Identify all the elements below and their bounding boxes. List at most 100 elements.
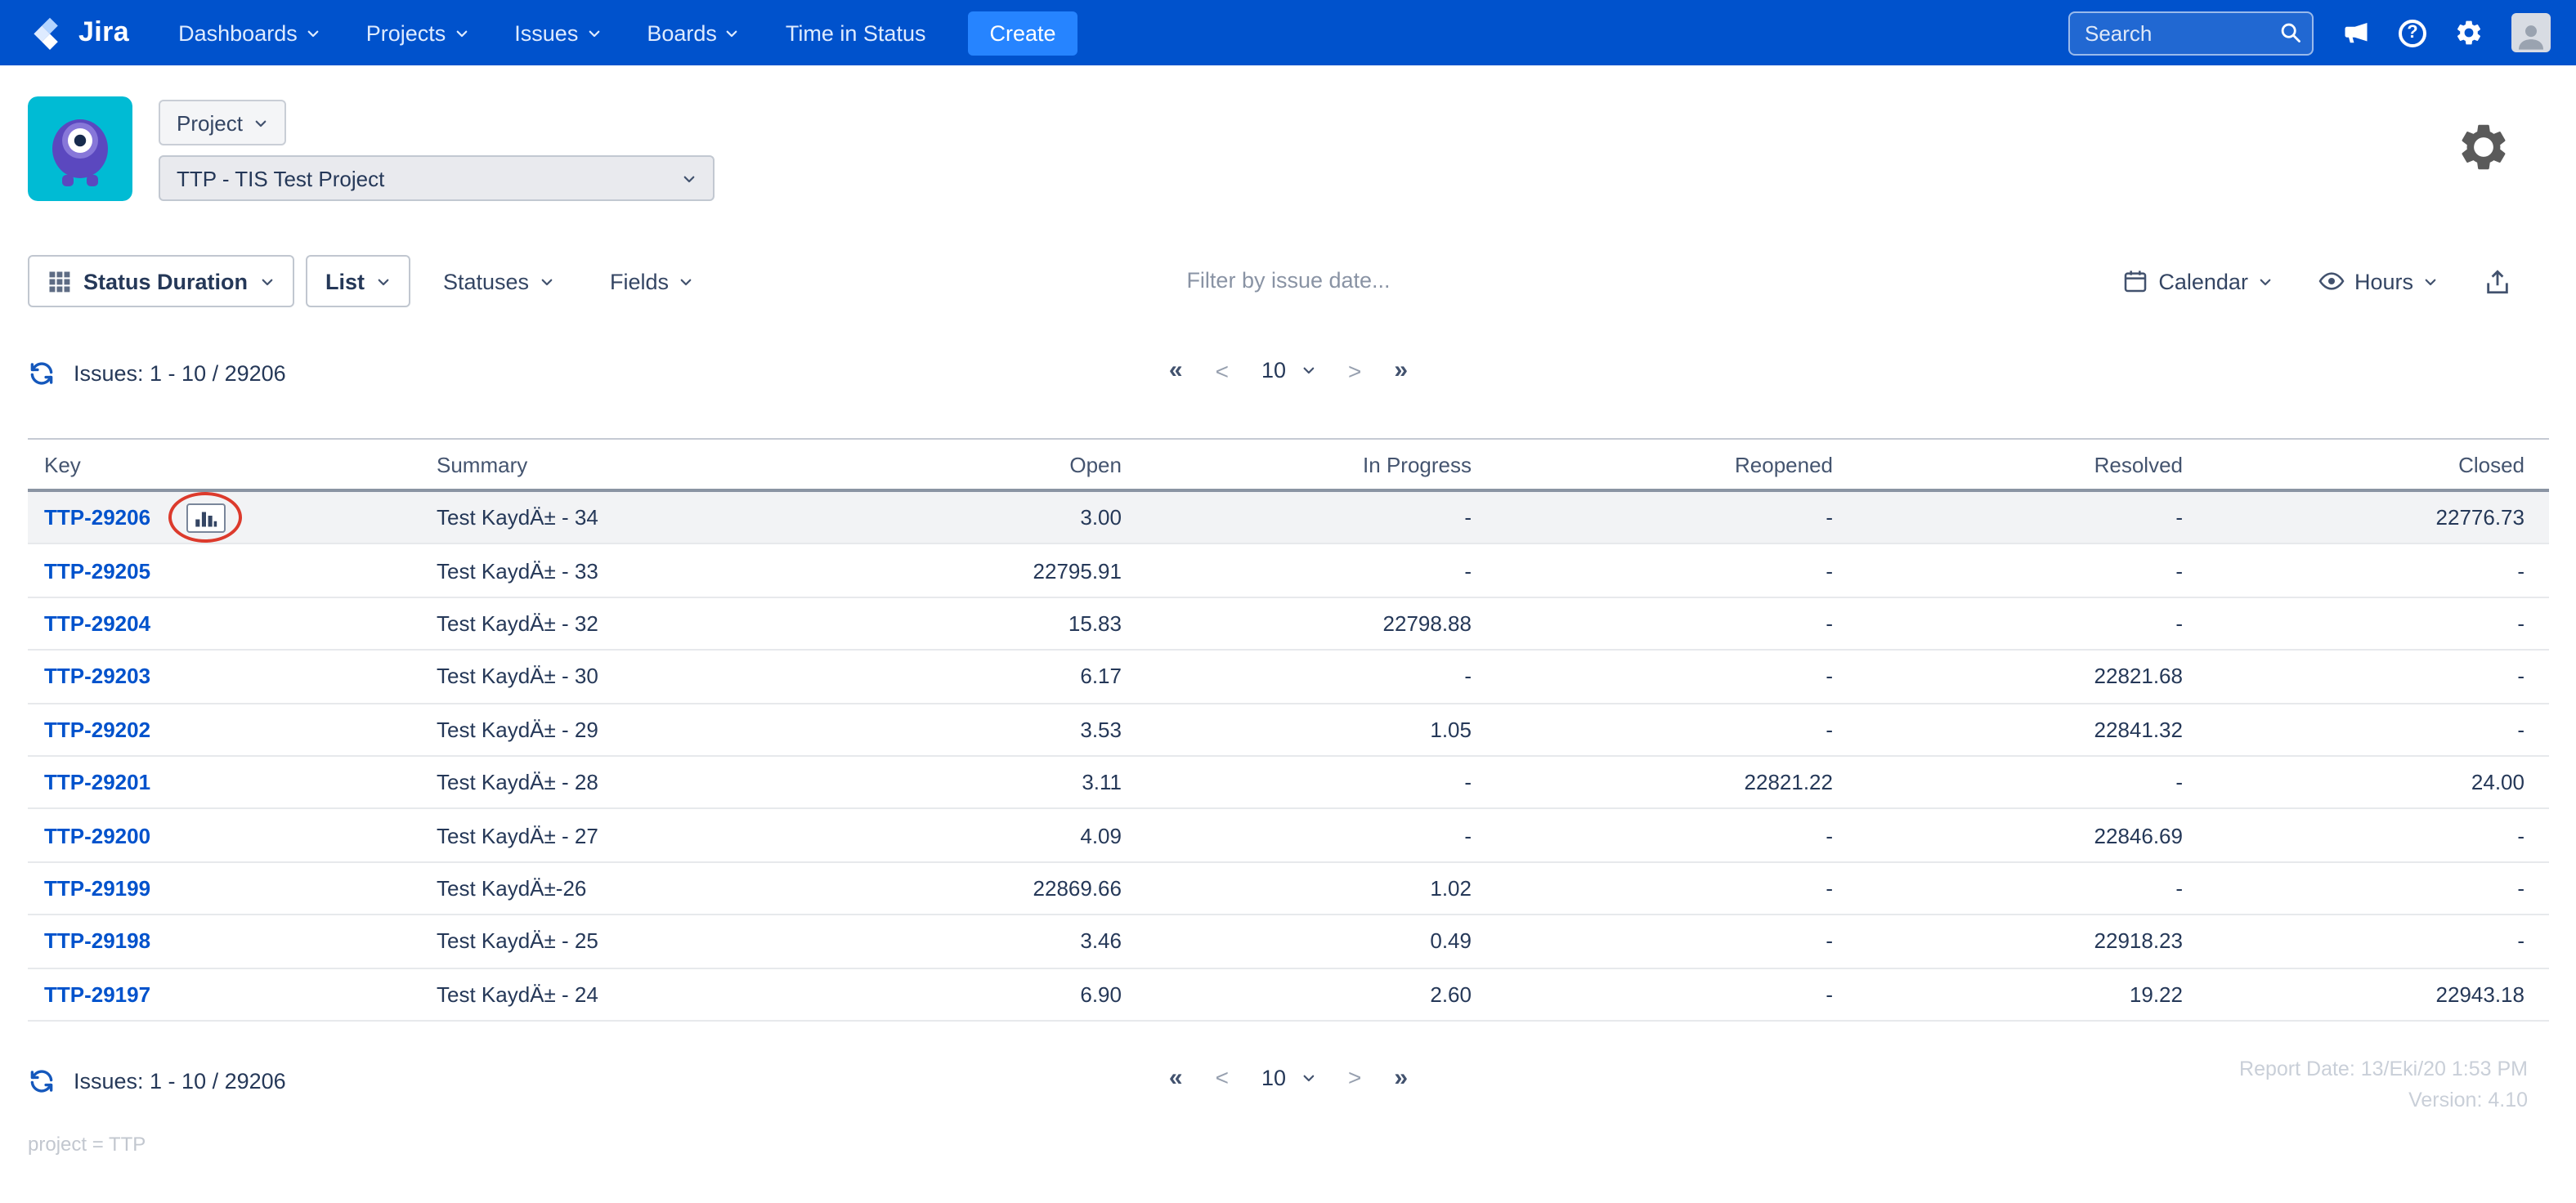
col-key[interactable]: Key <box>28 452 420 476</box>
table-row[interactable]: TTP-29206 Test KaydÄ± - 34 3.00 - - - 22… <box>28 491 2549 545</box>
nav-item-time-in-status[interactable]: Time in Status <box>786 20 926 45</box>
search-icon[interactable] <box>2279 20 2302 43</box>
view-mode-button[interactable]: List <box>306 255 411 307</box>
cell-open: 3.00 <box>1080 505 1122 530</box>
cell-resolved: 22821.68 <box>2094 664 2183 689</box>
col-resolved[interactable]: Resolved <box>1839 452 2189 476</box>
chevron-down-icon <box>455 29 467 37</box>
table-row[interactable]: TTP-29202 Test KaydÄ± - 29 3.53 1.05 - 2… <box>28 704 2549 757</box>
cell-open: 4.09 <box>1080 823 1122 848</box>
cell-resolved: 22846.69 <box>2094 823 2183 848</box>
nav-item-issues[interactable]: Issues <box>514 20 601 45</box>
issue-summary: Test KaydÄ± - 33 <box>437 558 598 584</box>
table-row[interactable]: TTP-29198 Test KaydÄ± - 25 3.46 0.49 - 2… <box>28 915 2549 969</box>
table-row[interactable]: TTP-29204 Test KaydÄ± - 32 15.83 22798.8… <box>28 598 2549 651</box>
project-scope-button[interactable]: Project <box>159 100 287 145</box>
col-open[interactable]: Open <box>834 452 1128 476</box>
nav-item-boards[interactable]: Boards <box>647 20 740 45</box>
feedback-megaphone-icon[interactable] <box>2341 18 2371 47</box>
page-size-select[interactable]: 10 <box>1261 358 1315 382</box>
statuses-dropdown[interactable]: Statuses <box>443 255 553 307</box>
create-button[interactable]: Create <box>968 11 1077 55</box>
table-row[interactable]: TTP-29201 Test KaydÄ± - 28 3.11 - 22821.… <box>28 757 2549 810</box>
calendar-label: Calendar <box>2158 269 2248 293</box>
refresh-icon[interactable] <box>28 1067 56 1095</box>
project-avatar[interactable] <box>28 96 132 201</box>
issue-key-link[interactable]: TTP-29203 <box>44 664 150 689</box>
cell-in-progress: 0.49 <box>1430 928 1472 954</box>
chevron-down-icon <box>261 278 272 285</box>
table-row[interactable]: TTP-29199 Test KaydÄ±-26 22869.66 1.02 -… <box>28 862 2549 916</box>
report-type-button[interactable]: Status Duration <box>28 255 294 307</box>
report-type-label: Status Duration <box>83 269 249 293</box>
issue-key-link[interactable]: TTP-29201 <box>44 770 150 794</box>
calendar-dropdown[interactable]: Calendar <box>2122 255 2273 307</box>
search-input[interactable] <box>2068 11 2314 55</box>
view-mode-label: List <box>325 269 365 293</box>
help-icon[interactable]: ? <box>2399 19 2426 47</box>
page-size-value: 10 <box>1261 358 1287 382</box>
table-row[interactable]: TTP-29200 Test KaydÄ± - 27 4.09 - - 2284… <box>28 810 2549 863</box>
next-page-button[interactable]: > <box>1348 1065 1361 1091</box>
page-size-value: 10 <box>1261 1065 1287 1090</box>
cell-in-progress: - <box>1464 823 1472 848</box>
table-row[interactable]: TTP-29205 Test KaydÄ± - 33 22795.91 - - … <box>28 545 2549 598</box>
fields-dropdown[interactable]: Fields <box>610 255 693 307</box>
issue-key-link[interactable]: TTP-29206 <box>44 505 150 530</box>
refresh-icon[interactable] <box>28 360 56 387</box>
next-page-button[interactable]: > <box>1348 357 1361 383</box>
first-page-button[interactable]: « <box>1169 356 1183 384</box>
nav-item-dashboards[interactable]: Dashboards <box>178 20 320 45</box>
report-toolbar: Status Duration List Statuses Fields Fil… <box>0 245 2576 320</box>
cell-in-progress: 1.05 <box>1430 717 1472 742</box>
issue-summary: Test KaydÄ± - 30 <box>437 664 598 689</box>
issues-count-label: Issues: 1 - 10 / 29206 <box>74 361 286 386</box>
gear-icon[interactable] <box>2454 18 2484 47</box>
table-row[interactable]: TTP-29203 Test KaydÄ± - 30 6.17 - - 2282… <box>28 651 2549 704</box>
col-summary[interactable]: Summary <box>420 452 834 476</box>
toolbar-right: Calendar Hours <box>2122 255 2511 307</box>
prev-page-button[interactable]: < <box>1216 357 1229 383</box>
issue-key-link[interactable]: TTP-29204 <box>44 611 150 636</box>
issue-key-link[interactable]: TTP-29197 <box>44 982 150 1006</box>
export-icon[interactable] <box>2484 267 2511 295</box>
col-closed[interactable]: Closed <box>2189 452 2549 476</box>
issue-summary: Test KaydÄ± - 27 <box>437 823 598 848</box>
bar-chart-icon[interactable] <box>186 503 226 533</box>
cell-resolved: 22841.32 <box>2094 717 2183 742</box>
issue-summary: Test KaydÄ± - 29 <box>437 717 598 742</box>
issue-key-link[interactable]: TTP-29205 <box>44 558 150 583</box>
table-row[interactable]: TTP-29197 Test KaydÄ± - 24 6.90 2.60 - 1… <box>28 968 2549 1022</box>
settings-gear-icon[interactable] <box>2456 119 2511 175</box>
cell-resolved: 22918.23 <box>2094 928 2183 954</box>
jira-logo[interactable]: Jira <box>33 16 129 50</box>
first-page-button[interactable]: « <box>1169 1064 1183 1092</box>
grid-icon <box>49 271 70 292</box>
hours-dropdown[interactable]: Hours <box>2318 255 2438 307</box>
last-page-button[interactable]: » <box>1394 356 1408 384</box>
issues-summary-row-top: Issues: 1 - 10 / 29206 « < 10 > » <box>0 343 2576 412</box>
last-page-button[interactable]: » <box>1394 1064 1408 1092</box>
prev-page-button[interactable]: < <box>1216 1065 1229 1091</box>
cell-in-progress: 1.02 <box>1430 875 1472 901</box>
issue-key-link[interactable]: TTP-29200 <box>44 823 150 847</box>
cell-reopened: - <box>1826 664 1833 689</box>
chevron-down-icon <box>680 278 692 285</box>
nav-menu: Dashboards Projects Issues Boards Time i… <box>178 20 925 45</box>
issue-key-link[interactable]: TTP-29199 <box>44 876 150 901</box>
col-reopened[interactable]: Reopened <box>1478 452 1839 476</box>
col-in-progress[interactable]: In Progress <box>1128 452 1478 476</box>
issue-key-link[interactable]: TTP-29202 <box>44 718 150 742</box>
issues-summary-row-bottom: Issues: 1 - 10 / 29206 « < 10 > » Report… <box>0 1051 2576 1120</box>
chevron-down-icon <box>683 175 695 182</box>
nav-label: Time in Status <box>785 20 926 45</box>
user-avatar[interactable] <box>2511 13 2551 52</box>
issue-key-link[interactable]: TTP-29198 <box>44 929 150 954</box>
issue-table: Key Summary Open In Progress Reopened Re… <box>28 438 2549 1022</box>
project-select[interactable]: TTP - TIS Test Project <box>159 155 715 201</box>
issue-summary: Test KaydÄ± - 32 <box>437 610 598 636</box>
page-size-select[interactable]: 10 <box>1261 1066 1315 1090</box>
nav-item-projects[interactable]: Projects <box>366 20 469 45</box>
issue-date-filter[interactable]: Filter by issue date... <box>1186 268 1390 293</box>
cell-closed: - <box>2517 875 2524 901</box>
